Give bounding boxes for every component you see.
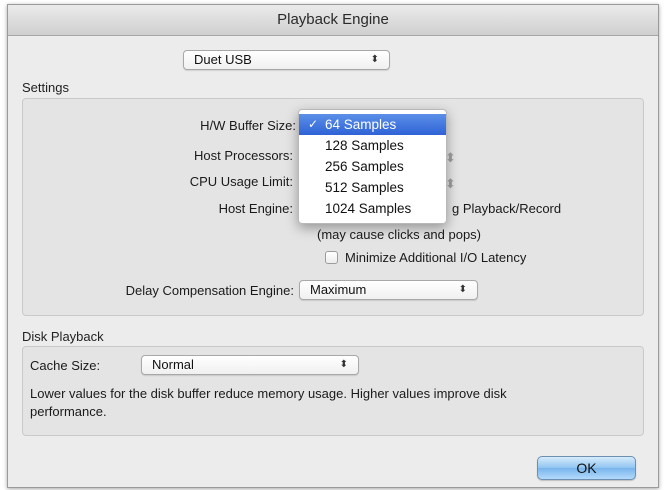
minimize-latency-label: Minimize Additional I/O Latency — [345, 250, 527, 265]
ok-button[interactable]: OK — [537, 456, 636, 480]
buffer-size-option[interactable]: 256 Samples — [299, 156, 446, 177]
device-select-value: Duet USB — [194, 52, 252, 67]
delay-comp-value: Maximum — [310, 282, 367, 297]
updown-arrows-icon: ⬍ — [458, 284, 467, 295]
buffer-size-option-label: 256 Samples — [325, 159, 404, 174]
host-engine-label: Host Engine: — [218, 201, 293, 216]
hw-buffer-size-label: H/W Buffer Size: — [200, 118, 296, 133]
minimize-latency-checkbox[interactable] — [325, 251, 338, 264]
cpu-usage-limit-label: CPU Usage Limit: — [189, 174, 293, 189]
playback-engine-window: Playback Engine Duet USB ⬍ Settings H/W … — [7, 4, 659, 488]
host-processors-label: Host Processors: — [194, 148, 293, 163]
delay-comp-select[interactable]: Maximum ⬍ — [299, 280, 478, 300]
buffer-size-option-label: 64 Samples — [325, 117, 397, 132]
buffer-size-option-label: 512 Samples — [325, 180, 404, 195]
buffer-size-option[interactable]: 128 Samples — [299, 135, 446, 156]
host-engine-note: (may cause clicks and pops) — [317, 227, 482, 242]
cache-size-label: Cache Size: — [30, 358, 101, 373]
settings-section-label: Settings — [22, 80, 69, 95]
buffer-size-option[interactable]: 512 Samples — [299, 177, 446, 198]
disk-playback-section-label: Disk Playback — [22, 329, 104, 344]
delay-comp-label: Delay Compensation Engine: — [125, 283, 294, 298]
cache-size-value: Normal — [152, 357, 194, 372]
updown-arrows-icon: ⬍ — [370, 54, 379, 65]
host-engine-option-text: g Playback/Record — [452, 201, 562, 216]
updown-arrows-icon: ⬍ — [339, 359, 348, 370]
disk-buffer-description: Lower values for the disk buffer reduce … — [30, 385, 630, 421]
disk-buffer-description-line1: Lower values for the disk buffer reduce … — [30, 386, 507, 401]
buffer-size-option-label: 1024 Samples — [325, 201, 412, 216]
buffer-size-menu: ✓ 64 Samples 128 Samples 256 Samples 512… — [298, 109, 447, 224]
buffer-size-option-label: 128 Samples — [325, 138, 404, 153]
buffer-size-option[interactable]: 1024 Samples — [299, 198, 446, 219]
buffer-size-option[interactable]: ✓ 64 Samples — [299, 114, 446, 135]
checkmark-icon: ✓ — [308, 117, 319, 131]
device-select[interactable]: Duet USB ⬍ — [183, 50, 390, 70]
cache-size-select[interactable]: Normal ⬍ — [141, 355, 359, 375]
disk-buffer-description-line2: performance. — [30, 404, 107, 419]
window-title: Playback Engine — [8, 5, 658, 36]
